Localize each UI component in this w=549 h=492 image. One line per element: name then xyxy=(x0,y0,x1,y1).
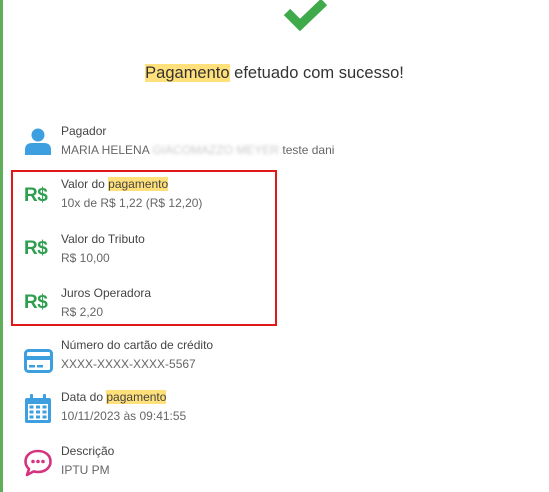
date-label-highlight: pagamento xyxy=(106,390,167,404)
page-title: Pagamento efetuado com sucesso! xyxy=(0,64,549,83)
description-label: Descrição xyxy=(61,444,115,458)
payer-name-blurred: GIACOMAZZO MEYER xyxy=(152,143,280,157)
date-label: Data do pagamento xyxy=(61,390,167,404)
highlight-box xyxy=(11,170,277,326)
date-label-start: Data do xyxy=(61,390,107,404)
title-highlight: Pagamento xyxy=(145,64,230,82)
user-icon xyxy=(25,128,51,155)
date-value: 10/11/2023 às 09:41:55 xyxy=(61,409,187,423)
payer-name: MARIA HELENA GIACOMAZZO MEYER teste dani xyxy=(61,143,334,157)
check-icon xyxy=(283,0,328,32)
payer-label: Pagador xyxy=(61,124,107,138)
credit-card-icon xyxy=(24,349,53,373)
card-number: XXXX-XXXX-XXXX-5567 xyxy=(61,357,196,371)
chat-bubble-icon xyxy=(24,449,52,477)
description-value: IPTU PM xyxy=(61,463,110,477)
payer-name-start: MARIA HELENA xyxy=(61,143,153,157)
title-rest: efetuado com sucesso! xyxy=(229,64,404,82)
calendar-icon xyxy=(25,394,51,423)
card-label: Número do cartão de crédito xyxy=(61,338,214,352)
payer-name-end: teste dani xyxy=(279,143,335,157)
